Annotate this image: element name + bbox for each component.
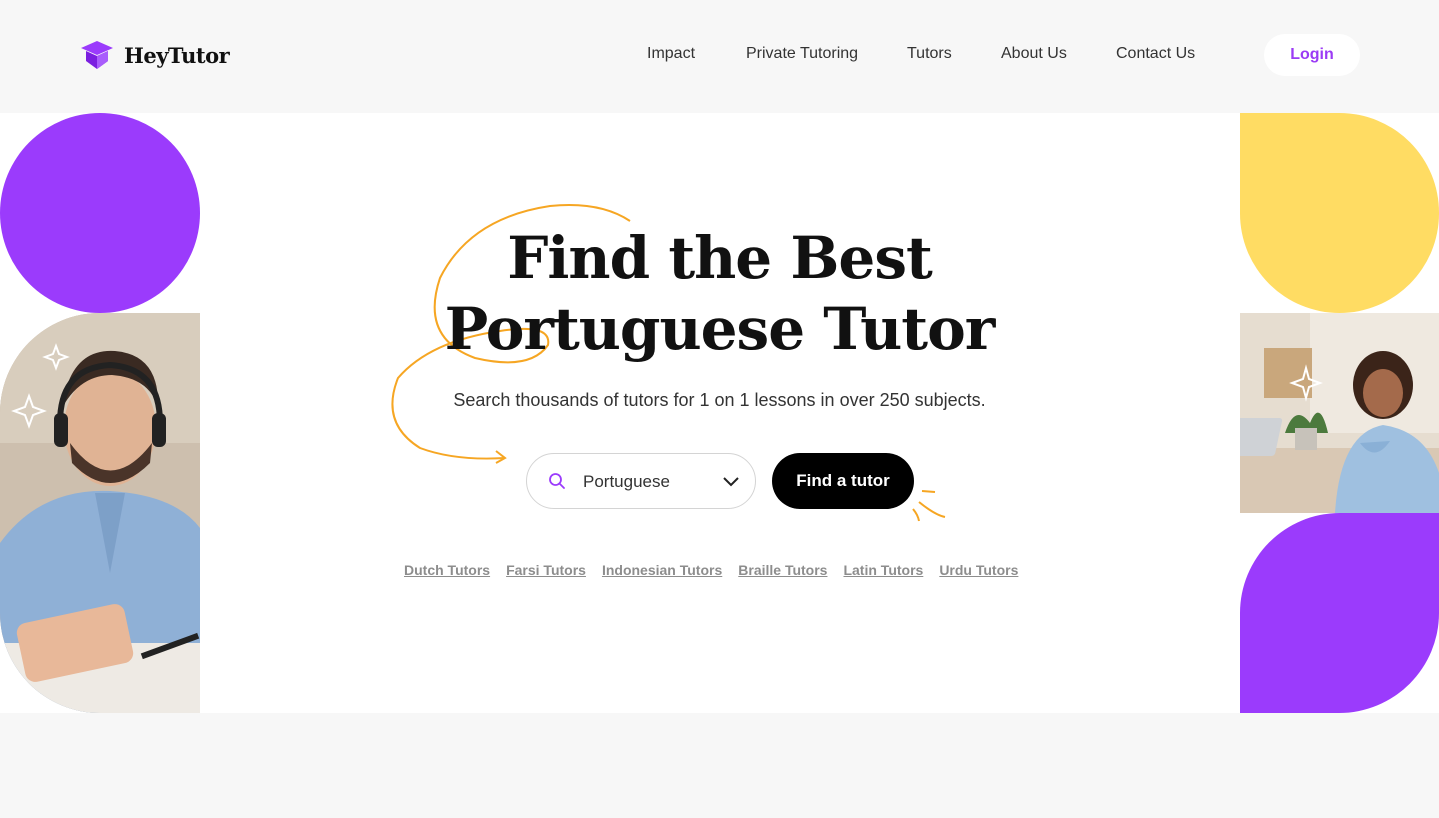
- hero-title-line-1: Find the Best: [507, 224, 933, 292]
- hero-subtitle: Search thousands of tutors for 1 on 1 le…: [453, 390, 986, 410]
- login-button[interactable]: Login: [1264, 34, 1360, 76]
- subject-select[interactable]: Portuguese: [526, 453, 756, 509]
- brand-name: HeyTutor: [124, 42, 230, 68]
- graduation-cap-icon: [81, 41, 113, 69]
- nav-item-tutors[interactable]: Tutors: [907, 45, 952, 63]
- quick-link-braille[interactable]: Braille Tutors: [738, 562, 827, 578]
- find-a-tutor-button[interactable]: Find a tutor: [772, 453, 914, 509]
- heytutor-logo[interactable]: HeyTutor: [79, 39, 230, 71]
- decorative-doodles: [391, 204, 946, 522]
- decorative-purple-shape: [1240, 513, 1439, 713]
- subject-select-value: Portuguese: [583, 472, 670, 491]
- nav-item-private-tutoring[interactable]: Private Tutoring: [746, 45, 858, 63]
- quick-link-latin[interactable]: Latin Tutors: [843, 562, 923, 578]
- tutor-photo-man: [0, 313, 200, 713]
- chevron-down-icon[interactable]: [722, 475, 740, 489]
- man-with-headset-illustration: [0, 313, 200, 713]
- nav-item-contact-us[interactable]: Contact Us: [1116, 45, 1195, 63]
- site-header: HeyTutor Impact Private Tutoring Tutors …: [0, 0, 1439, 113]
- quick-link-urdu[interactable]: Urdu Tutors: [939, 562, 1018, 578]
- page-bottom-band: [0, 713, 1439, 818]
- quick-link-farsi[interactable]: Farsi Tutors: [506, 562, 586, 578]
- quick-link-dutch[interactable]: Dutch Tutors: [404, 562, 490, 578]
- arrow-head-doodle: [495, 450, 507, 464]
- nav-item-impact[interactable]: Impact: [647, 45, 695, 63]
- spark-lines-doodle: [912, 490, 946, 522]
- popular-subject-links: Dutch Tutors Farsi Tutors Indonesian Tut…: [404, 562, 1018, 578]
- hero-title-line-2: Portuguese Tutor: [444, 295, 996, 363]
- nav-item-about-us[interactable]: About Us: [1001, 45, 1067, 63]
- hero-title: Find the Best Portuguese Tutor: [0, 223, 1439, 365]
- search-icon: [549, 473, 565, 489]
- hero-section: Find the Best Portuguese Tutor Search th…: [0, 113, 1439, 713]
- quick-link-indonesian[interactable]: Indonesian Tutors: [602, 562, 722, 578]
